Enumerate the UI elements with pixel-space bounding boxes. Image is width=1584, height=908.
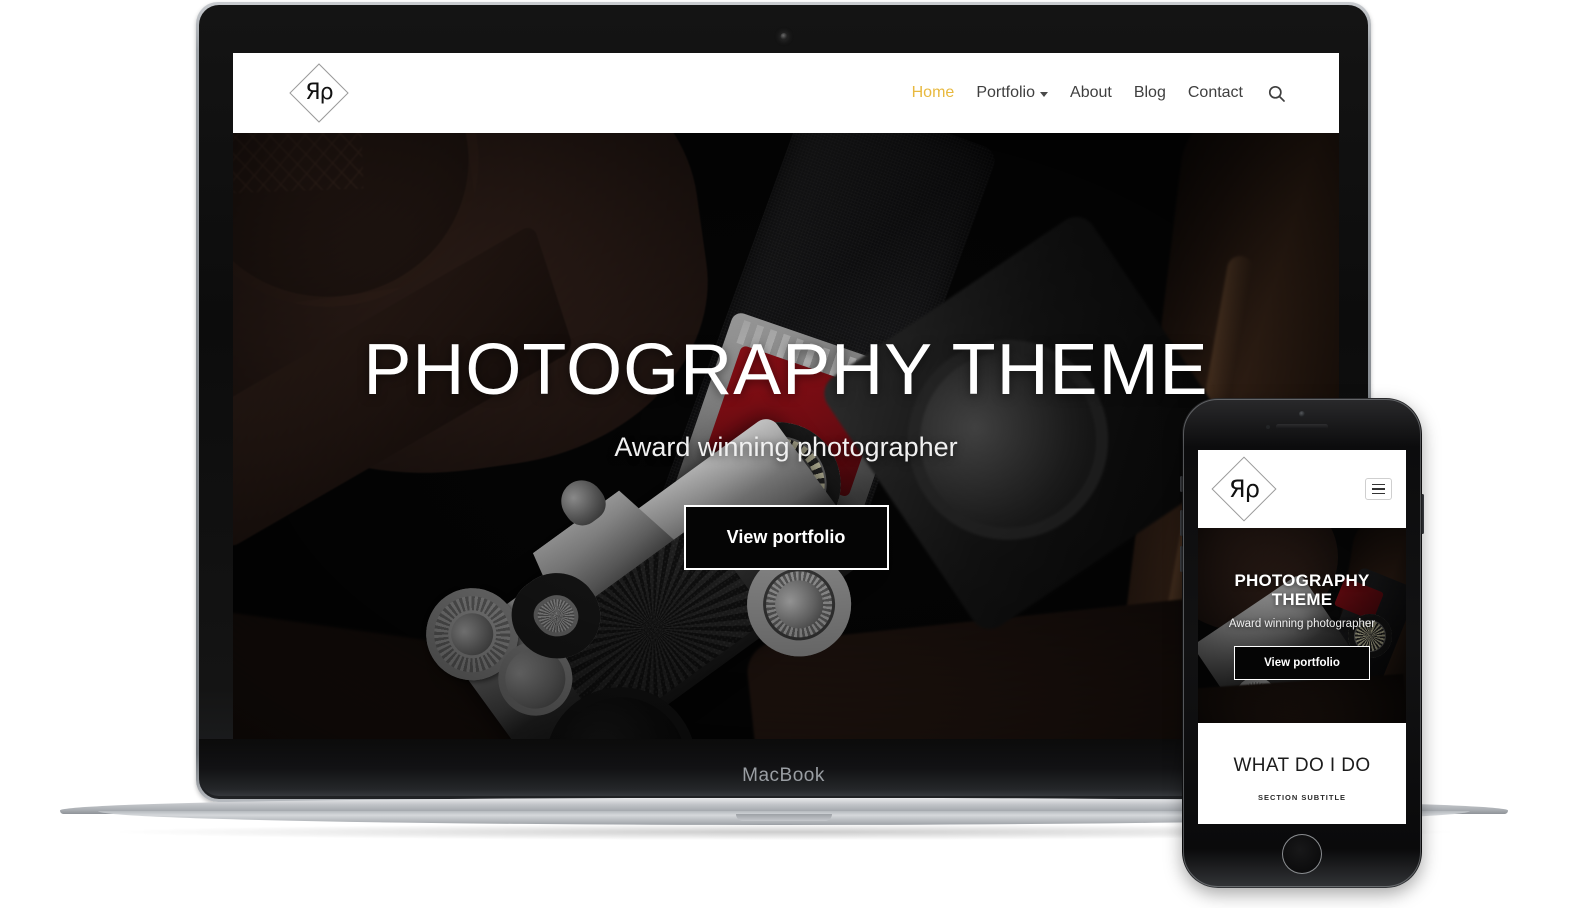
hero-section: PHOTOGRAPHY THEME Award winning photogra… [233, 133, 1339, 745]
mobile-hero-section: PHOTOGRAPHY THEME Award winning photogra… [1198, 528, 1406, 723]
site-logo[interactable]: Яρ [289, 63, 349, 123]
search-icon[interactable] [1265, 82, 1287, 104]
mobile-view-portfolio-button[interactable]: View portfolio [1234, 646, 1370, 681]
logo-monogram: Яρ [305, 80, 333, 105]
mobile-hero-title-line2: THEME [1271, 590, 1333, 609]
macbook-device: Яρ Home Portfolio About Blog Contact PHO… [196, 2, 1371, 802]
iphone-power-button[interactable] [1421, 494, 1424, 534]
macbook-brand-label: MacBook [742, 765, 825, 786]
nav-link-about: About [1070, 84, 1112, 101]
nav-link-blog: Blog [1133, 84, 1166, 101]
hamburger-bar [1372, 483, 1385, 486]
mobile-hero-content: PHOTOGRAPHY THEME Award winning photogra… [1198, 528, 1406, 723]
mobile-hero-subtitle: Award winning photographer [1228, 618, 1376, 631]
mobile-section-subtitle: SECTION SUBTITLE [1257, 793, 1347, 802]
nav-link-contact: Contact [1187, 84, 1243, 101]
macbook-base-notch [736, 814, 832, 821]
nav-item-portfolio[interactable]: Portfolio [976, 84, 1049, 102]
macbook-bezel: Яρ Home Portfolio About Blog Contact PHO… [199, 5, 1368, 799]
macbook-screen: Яρ Home Portfolio About Blog Contact PHO… [233, 53, 1339, 745]
view-portfolio-button[interactable]: View portfolio [683, 505, 889, 570]
nav-link-home: Home [911, 84, 955, 101]
primary-navigation: Home Portfolio About Blog Contact [912, 82, 1287, 104]
hero-subtitle: Award winning photographer [614, 432, 958, 462]
home-button-icon[interactable] [1282, 834, 1322, 874]
nav-link-portfolio: Portfolio [976, 84, 1036, 101]
hero-title: PHOTOGRAPHY THEME [363, 330, 1209, 410]
site-header: Яρ Home Portfolio About Blog Contact [233, 53, 1339, 133]
webcam-dot-icon [780, 33, 787, 40]
nav-item-home[interactable]: Home [912, 84, 955, 102]
hamburger-bar [1372, 492, 1385, 495]
desktop-website: Яρ Home Portfolio About Blog Contact PHO… [233, 53, 1339, 745]
nav-item-blog[interactable]: Blog [1134, 84, 1166, 102]
mobile-hero-title: PHOTOGRAPHY THEME [1234, 571, 1369, 609]
nav-item-about[interactable]: About [1070, 84, 1112, 102]
hamburger-bar [1372, 488, 1385, 490]
mobile-section-title: WHAT DO I DO [1233, 755, 1371, 776]
hero-content: PHOTOGRAPHY THEME Award winning photogra… [233, 133, 1339, 745]
nav-item-contact[interactable]: Contact [1188, 84, 1243, 102]
hamburger-menu-icon[interactable] [1365, 478, 1392, 500]
mockup-stage: Яρ Home Portfolio About Blog Contact PHO… [0, 0, 1584, 908]
mobile-hero-title-line1: PHOTOGRAPHY [1234, 570, 1370, 590]
chevron-down-icon [1040, 91, 1049, 97]
